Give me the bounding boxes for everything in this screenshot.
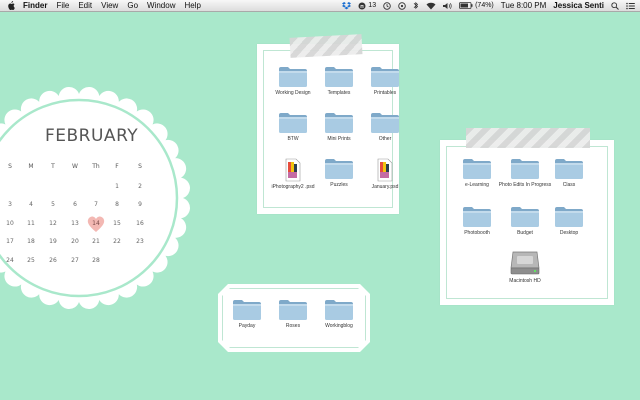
menu-finder[interactable]: Finder xyxy=(23,1,47,10)
calendar-day: 10 xyxy=(6,220,14,227)
calendar-day: 6 xyxy=(73,201,77,208)
menubar-clock[interactable]: Tue 8:00 PM xyxy=(501,1,547,10)
apple-menu-icon[interactable] xyxy=(7,1,17,10)
calendar-day: 16 xyxy=(136,220,144,227)
menu-view[interactable]: View xyxy=(101,1,118,10)
desktop-item-label: January.psd xyxy=(371,184,399,190)
calendar-day: 26 xyxy=(49,257,57,264)
menu-edit[interactable]: Edit xyxy=(78,1,92,10)
desktop-item[interactable]: Desktop xyxy=(541,206,597,236)
weekday-header: F xyxy=(115,163,119,170)
washi-tape xyxy=(289,34,363,58)
weekday-header: S xyxy=(138,163,142,170)
calendar-day: 7 xyxy=(94,201,98,208)
notification-center-icon[interactable] xyxy=(626,2,635,10)
calendar-day: 2 xyxy=(138,183,142,190)
calendar-day: 23 xyxy=(136,238,144,245)
status-area: 13 (74%) Tue 8:00 PM Jessica Senti xyxy=(335,0,640,12)
battery-percent: (74%) xyxy=(475,2,494,9)
time-machine-icon[interactable] xyxy=(383,1,391,10)
desktop-item[interactable]: Macintosh HD xyxy=(497,250,553,284)
calendar-day: 19 xyxy=(49,238,57,245)
calendar-day: 1 xyxy=(115,183,119,190)
weekday-header: W xyxy=(72,163,78,170)
washi-tape xyxy=(466,128,590,148)
desktop-item[interactable]: January.psd xyxy=(357,158,413,190)
weekday-header: M xyxy=(28,163,34,170)
desktop-item[interactable]: Printables xyxy=(357,66,413,96)
folder-icon xyxy=(311,299,367,321)
desktop-item-label: Macintosh HD xyxy=(509,278,541,284)
calendar-day: 5 xyxy=(51,201,55,208)
menu-bar: Finder File Edit View Go Window Help 13 … xyxy=(0,0,640,12)
folder-icon xyxy=(541,206,597,228)
folder-icon xyxy=(357,112,413,134)
calendar-day: 14 xyxy=(92,220,100,227)
folder-icon xyxy=(357,66,413,88)
hard-drive-icon xyxy=(497,250,553,276)
calendar-day: 11 xyxy=(27,220,35,227)
sync-icon[interactable] xyxy=(398,1,406,10)
psd-file-icon xyxy=(357,158,413,182)
menu-go[interactable]: Go xyxy=(127,1,138,10)
desktop-item-label: Workingblog xyxy=(325,323,353,329)
calendar-day: 17 xyxy=(6,238,14,245)
calendar-day: 15 xyxy=(113,220,121,227)
calendar-day: 13 xyxy=(71,220,79,227)
folder-icon xyxy=(541,158,597,180)
calendar-day: 4 xyxy=(29,201,33,208)
desktop-item[interactable]: Workingblog xyxy=(311,299,367,329)
calendar-month: FEBRUARY xyxy=(45,126,139,146)
weekday-header: S xyxy=(8,163,12,170)
calendar-widget: FEBRUARY S M T W Th F S 1 2 3 4 5 6 7 8 9 10 11 12 13 14 15 16… xyxy=(0,86,191,310)
battery-indicator[interactable]: (74%) xyxy=(459,2,494,9)
menu-help[interactable]: Help xyxy=(184,1,200,10)
calendar-day: 12 xyxy=(49,220,57,227)
desktop-item-label: Other xyxy=(378,136,392,142)
desktop-item[interactable]: Other xyxy=(357,112,413,142)
calendar-day: 22 xyxy=(113,238,121,245)
weekday-header: T xyxy=(51,163,55,170)
desktop-item-label: Printables xyxy=(373,90,397,96)
dropbox-icon[interactable] xyxy=(342,1,352,10)
calendar-day: 9 xyxy=(138,201,142,208)
calendar-day: 18 xyxy=(27,238,35,245)
wifi-icon[interactable] xyxy=(426,2,436,10)
calendar-day: 25 xyxy=(27,257,35,264)
bluetooth-icon[interactable] xyxy=(413,1,419,10)
notifications-indicator[interactable]: 13 xyxy=(358,2,376,10)
calendar-day: 24 xyxy=(6,257,14,264)
calendar-day: 21 xyxy=(92,238,100,245)
spotlight-search-icon[interactable] xyxy=(611,1,619,10)
notification-count: 13 xyxy=(368,2,377,9)
calendar-day: 8 xyxy=(115,201,119,208)
menu-window[interactable]: Window xyxy=(147,1,175,10)
desktop-item-label: Desktop xyxy=(559,230,579,236)
desktop-item-label: Class xyxy=(562,182,576,188)
calendar-day: 27 xyxy=(71,257,79,264)
menu-file[interactable]: File xyxy=(56,1,69,10)
desktop-item[interactable]: Class xyxy=(541,158,597,188)
user-name[interactable]: Jessica Senti xyxy=(553,1,604,10)
calendar-day: 20 xyxy=(71,238,79,245)
volume-icon[interactable] xyxy=(443,2,452,10)
calendar-day: 28 xyxy=(92,257,100,264)
weekday-header: Th xyxy=(92,163,100,170)
calendar-day: 3 xyxy=(8,201,12,208)
